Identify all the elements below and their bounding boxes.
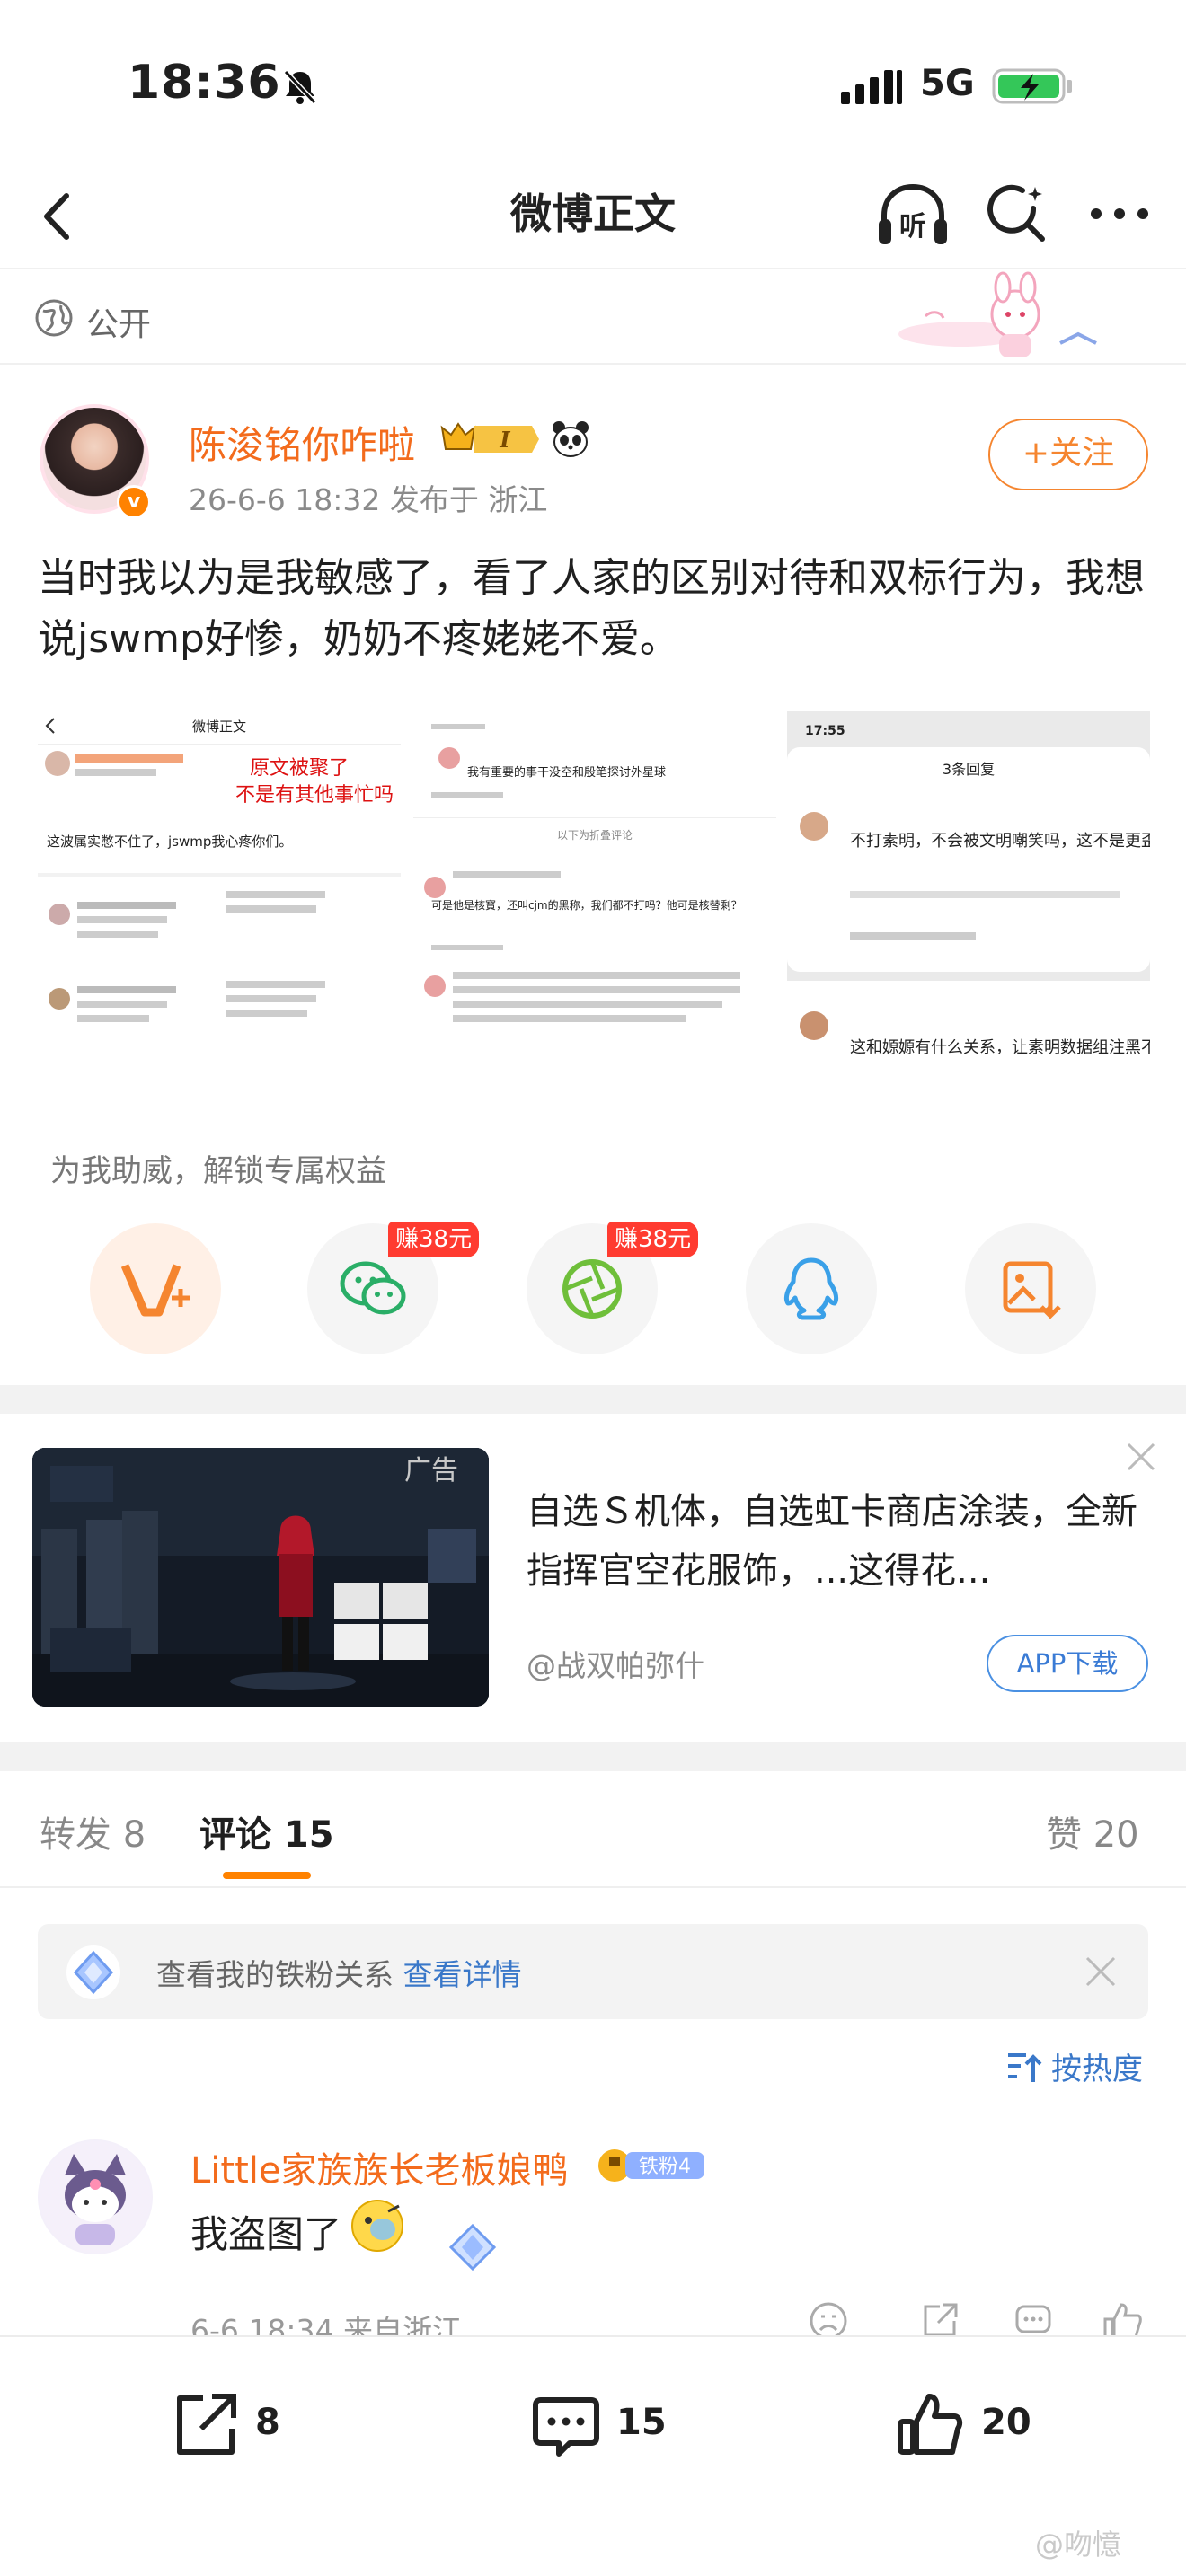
diamond-icon [66,1945,120,1999]
nav-bar: 微博正文 听 [0,162,1186,269]
save-image-icon [1003,1261,1061,1319]
search-icon[interactable] [985,181,1049,246]
bell-off-icon [283,69,317,105]
img3-reply-2: 这和嫄嫄有什么关系，让素明数据组注黑不就行了(卷里，我是 [850,1038,1150,1057]
img1-overlay-1: 原文被聚了 [250,757,349,780]
comment-count: 15 [616,2402,667,2443]
tab-likes[interactable]: 赞 20 [1046,1805,1139,1857]
commenter-avatar[interactable] [38,2139,153,2254]
repost-button[interactable]: 8 [169,2389,331,2461]
img3-time: 17:55 [805,724,845,738]
decorative-bunny-sticker [898,271,1097,357]
listen-label: 听 [899,211,926,243]
tab-reposts[interactable]: 转发 8 [40,1805,146,1857]
close-icon[interactable] [1121,1437,1161,1477]
fan-relation-banner[interactable]: 查看我的铁粉关系 查看详情 [38,1924,1148,2019]
boost-vip-button[interactable] [90,1223,221,1354]
save-image-button[interactable] [965,1223,1096,1354]
post-image-1[interactable]: 微博正文 原文被聚了 不是有其他事忙吗 这波属实憋不住了，jswmp我心疼你们。 [38,711,401,1074]
fan-badge-label: 铁粉4 [639,2156,691,2178]
network-label: 5G [920,63,975,104]
earn-badge-wechat: 赚38元 [388,1222,480,1257]
emoji-icon [351,2200,403,2252]
comment-text: 我盗图了 [190,2212,342,2256]
comment-icon [533,2397,599,2457]
fan-relation-text: 查看我的铁粉关系 查看详情 [156,1951,522,1994]
close-icon[interactable] [1082,1953,1120,1990]
fan-relation-link[interactable]: 查看详情 [403,1957,522,1992]
img1-snippet: 这波属实憋不住了，jswmp我心疼你们。 [47,834,292,850]
moments-aperture-icon [562,1259,622,1319]
v-plus-icon [120,1264,190,1317]
panda-icon [553,421,589,457]
like-count: 20 [981,2402,1031,2443]
ad-tag: 广告 [404,1455,458,1486]
earn-badge-moments: 赚38元 [607,1222,699,1257]
comment-button[interactable]: 15 [530,2389,692,2461]
vip-level-badge: I [440,422,539,453]
img3-header: 3条回复 [943,761,995,778]
wechat-icon [340,1261,406,1315]
signal-icon [841,70,902,104]
post-text: 当时我以为是我敏感了，看了人家的区别对待和双标行为，我想说jswmp好惨，奶奶不… [38,555,1145,662]
globe-icon [35,299,73,337]
sort-icon[interactable] [1005,2050,1042,2086]
commenter-name[interactable]: Little家族族长老板娘鸭 [190,2141,569,2193]
boost-label: 为我助威，解锁专属权益 [50,1153,386,1189]
status-time: 18:36 [128,56,281,110]
repost-count: 8 [255,2402,280,2443]
section-divider [0,1742,1186,1771]
img2-line-1: 我有重要的事干没空和殷笔探讨外星球 [467,765,666,780]
diamond-decoration-icon [448,2223,497,2272]
fan-relation-label: 查看我的铁粉关系 [156,1957,394,1992]
section-divider [0,1385,1186,1414]
img2-line-2: 以下为折叠评论 [557,828,633,842]
tab-comments[interactable]: 评论 15 [199,1805,334,1857]
repost-icon [177,2394,236,2455]
ad-source[interactable]: @战双帕弥什 [527,1642,704,1685]
app-download-button[interactable]: APP下载 [987,1635,1148,1692]
watermark: @吻憶 [1035,2527,1122,2562]
post-meta: 26-6-6 18:32 发布于 浙江 [189,482,548,517]
img3-reply-1: 不打素明，不会被文明嘲笑吗，这不是更歪屁股吗，为什么不带领着屠超话了 [850,832,1150,851]
post-image-3[interactable]: 17:55 3条回复 不打素明，不会被文明嘲笑吗，这不是更歪屁股吗，为什么不带领… [787,711,1150,1074]
bottom-action-bar: 8 15 20 @吻憶 [0,2335,1186,2576]
img1-title: 微博正文 [192,719,246,735]
status-bar: 18:36 5G [0,0,1186,162]
ad-title[interactable]: 自选Ｓ机体，自选虹卡商店涂装，全新指挥官空花服饰，...这得花... [527,1482,1146,1601]
tabs-divider [0,1886,1186,1888]
share-qq-button[interactable] [746,1223,877,1354]
post-image-2[interactable]: 我有重要的事干没空和殷笔探讨外星球 以下为折叠评论 可是他是核寳，还叫cjm的黑… [413,711,776,1074]
vip-level: I [499,427,510,453]
follow-button[interactable]: +关注 [988,419,1148,490]
battery-charging-icon [992,68,1072,104]
qq-penguin-icon [783,1257,839,1320]
img2-line-3: 可是他是核寳，还叫cjm的黑称，我们都不打吗？他可是核替剩？ [431,898,742,912]
visibility-label: 公开 [86,306,152,343]
kuromi-avatar-icon [40,2141,151,2253]
img1-overlay-2: 不是有其他事忙吗 [235,784,394,807]
sort-by-hot-button[interactable]: 按热度 [1051,2044,1143,2088]
active-tab-indicator [223,1872,311,1879]
verified-badge: v [117,485,151,519]
iron-fan-badge: 铁粉4 [598,2149,704,2182]
author-name[interactable]: 陈浚铭你咋啦 [189,415,415,470]
like-thumb-icon [898,2394,963,2455]
more-icon[interactable] [1084,181,1155,246]
like-button[interactable]: 20 [895,2389,1057,2461]
listen-headphone-button[interactable]: 听 [875,180,951,251]
visibility-row: 公开 [0,271,1186,365]
